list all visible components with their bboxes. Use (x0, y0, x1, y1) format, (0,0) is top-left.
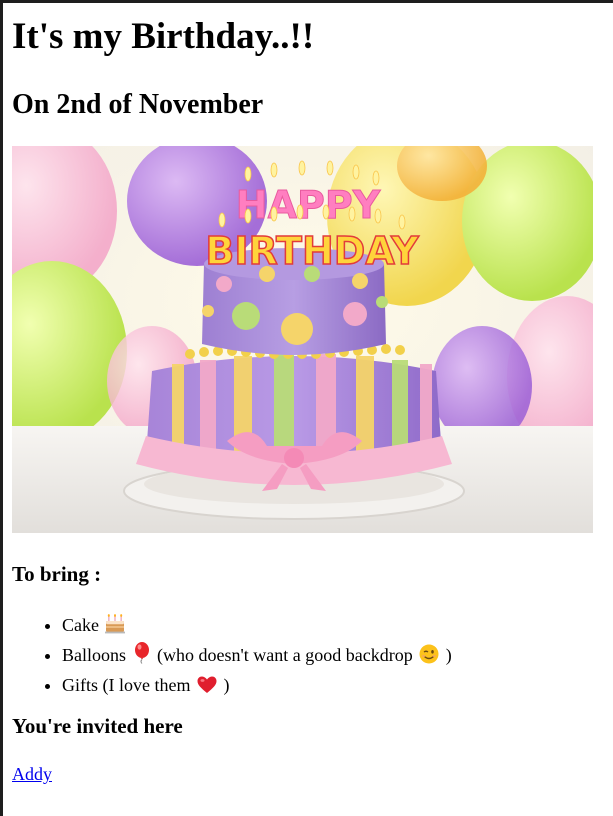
birthday-cake-image: HAPPY BIRTHDAY (12, 146, 593, 533)
list-item-label: Gifts (I love them (62, 675, 191, 695)
candle-text-happy: HAPPY (236, 183, 381, 227)
list-item: Balloons (who doesn't want a good backdr… (62, 642, 452, 672)
list-item: Cake (62, 612, 452, 642)
wink-face-icon (419, 644, 439, 672)
list-item-note: (who doesn't want a good backdrop (157, 645, 413, 665)
to-bring-heading: To bring : (12, 562, 102, 586)
page-title: It's my Birthday..!! (12, 16, 315, 57)
bring-list: Cake Balloons (12, 612, 452, 702)
balloon-icon (133, 642, 151, 672)
list-item-label: Balloons (62, 645, 127, 665)
invite-heading: You're invited here (12, 714, 183, 738)
list-item: Gifts (I love them ) (62, 672, 452, 702)
host-link[interactable]: Addy (12, 764, 52, 785)
birthday-cake-icon (105, 614, 126, 642)
page-subtitle: On 2nd of November (12, 89, 264, 120)
list-item-end: ) (223, 675, 230, 695)
red-heart-icon (197, 675, 217, 702)
candle-text-birthday: BIRTHDAY (205, 229, 419, 273)
list-item-end: ) (445, 645, 452, 665)
list-item-label: Cake (62, 615, 99, 635)
